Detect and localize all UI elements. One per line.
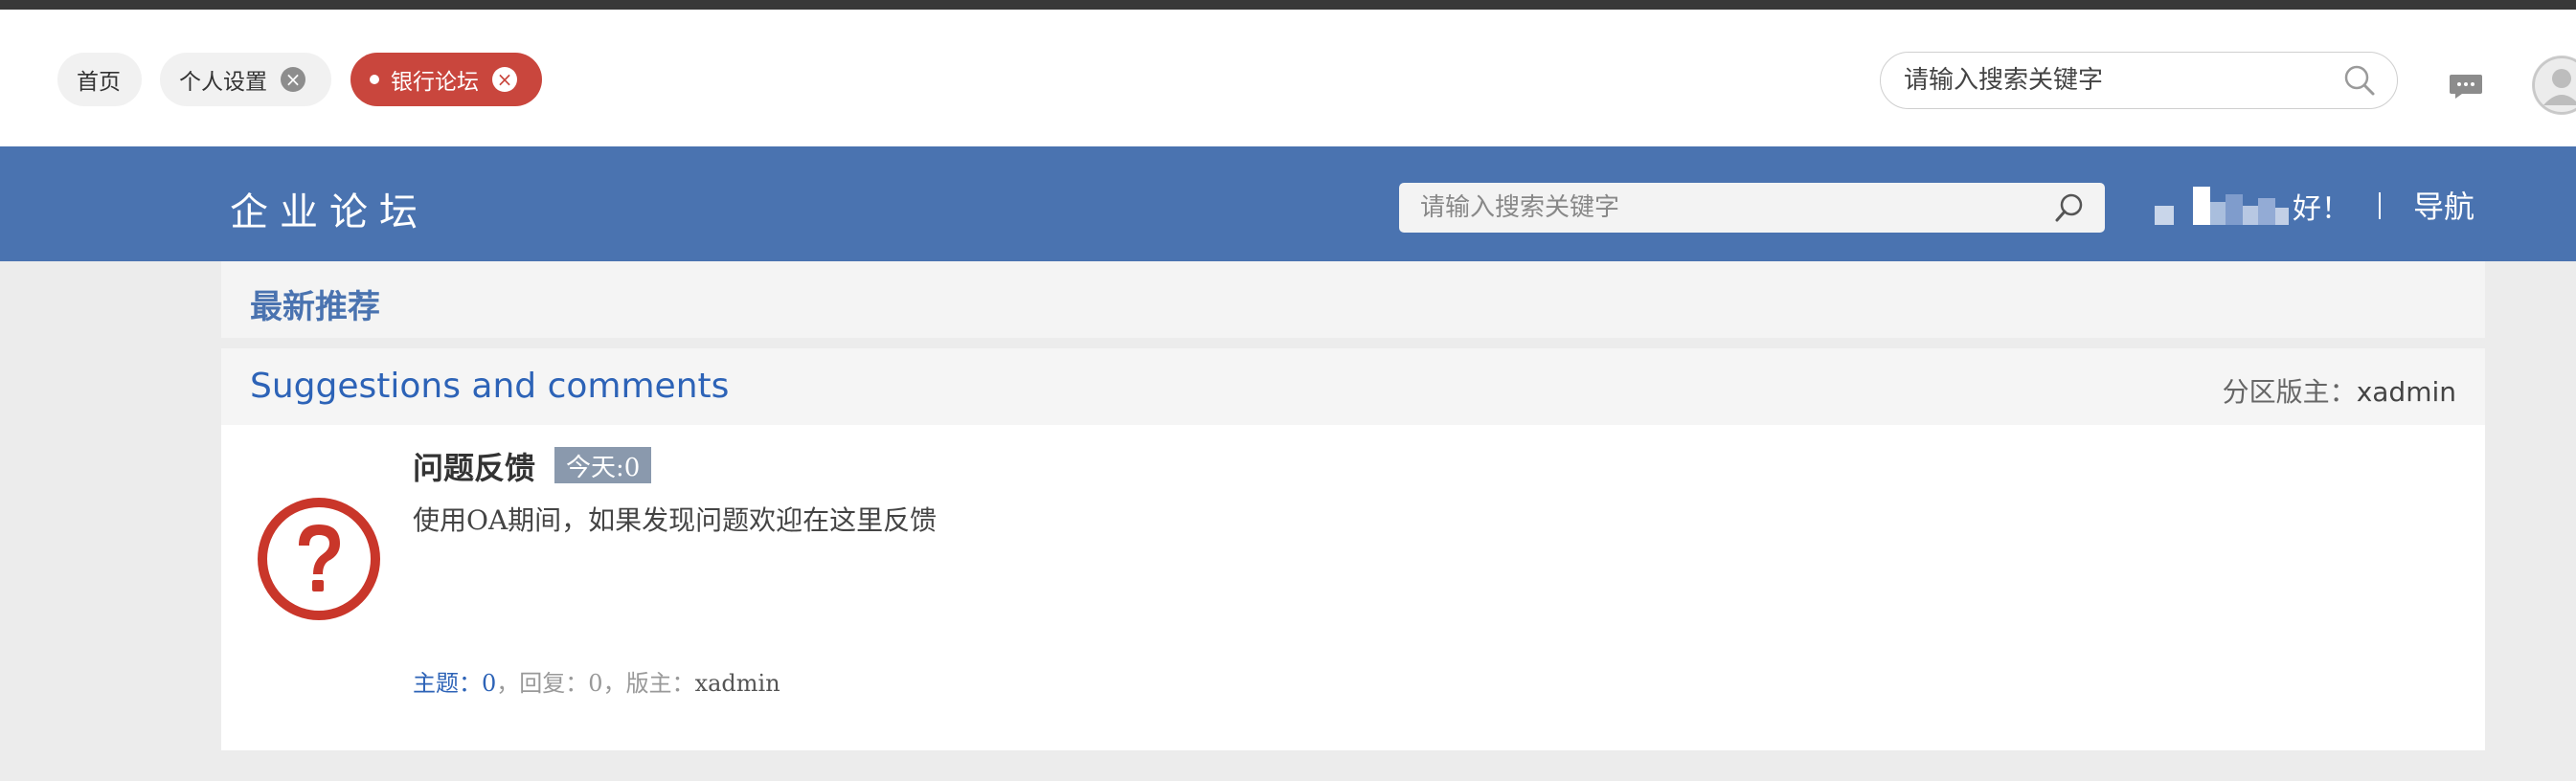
active-dot-icon	[370, 75, 379, 84]
tab-bar: 首页 个人设置 × 银行论坛 ×	[0, 10, 2576, 146]
latest-recommend-panel: 最新推荐	[221, 261, 2485, 338]
top-search-box	[1880, 52, 2398, 109]
greeting-text: 好！	[2293, 192, 2350, 226]
today-count-badge: 今天:0	[554, 447, 652, 483]
forum-header: 企业论坛 好！ 导航	[0, 146, 2576, 261]
section-moderator-label: 分区版主：	[2222, 376, 2357, 408]
user-avatar[interactable]	[2532, 56, 2576, 115]
section-moderator-name[interactable]: xadmin	[2357, 376, 2456, 408]
tab-home[interactable]: 首页	[57, 53, 142, 106]
replies-count: 0	[588, 670, 603, 697]
close-icon[interactable]: ×	[492, 67, 517, 92]
user-greeting: 好！	[2155, 185, 2350, 227]
question-mark-icon[interactable]	[256, 496, 382, 622]
tab-bank-forum[interactable]: 银行论坛 ×	[350, 53, 542, 106]
topics-count: 0	[482, 670, 497, 697]
latest-recommend-title: 最新推荐	[250, 288, 380, 326]
moderator-label: 版主：	[625, 670, 695, 697]
topics-label: 主题：	[413, 670, 482, 697]
tab-label: 银行论坛	[391, 70, 479, 95]
header-search-box	[1399, 183, 2105, 233]
forum-stats: 主题：0，回复：0，版主：xadmin	[413, 670, 780, 697]
tab-label: 首页	[77, 70, 121, 95]
close-icon[interactable]: ×	[281, 67, 305, 92]
message-icon[interactable]	[2449, 73, 2483, 100]
forum-logo[interactable]: 企业论坛	[230, 181, 429, 236]
replies-label: 回复：	[519, 670, 589, 697]
tab-personal-settings[interactable]: 个人设置 ×	[160, 53, 331, 106]
search-icon[interactable]	[2343, 64, 2376, 97]
redacted-username	[2155, 187, 2289, 225]
moderator-name[interactable]: xadmin	[695, 670, 780, 697]
header-search-input[interactable]	[1418, 192, 2053, 223]
forum-name[interactable]: 问题反馈	[413, 444, 535, 488]
tab-label: 个人设置	[179, 70, 267, 95]
user-icon	[2533, 56, 2576, 114]
header-divider	[2379, 192, 2381, 219]
forum-item: 问题反馈 今天:0 使用OA期间，如果发现问题欢迎在这里反馈 主题：0，回复：0…	[221, 425, 2485, 750]
section-moderator: 分区版主：xadmin	[2223, 371, 2456, 410]
window-top-strip	[0, 0, 2576, 10]
section-header: Suggestions and comments 分区版主：xadmin	[221, 348, 2485, 425]
section-title[interactable]: Suggestions and comments	[250, 367, 729, 406]
forum-description: 使用OA期间，如果发现问题欢迎在这里反馈	[413, 504, 938, 536]
nav-link[interactable]: 导航	[2413, 183, 2474, 227]
top-search-input[interactable]	[1902, 65, 2343, 96]
search-icon[interactable]	[2053, 191, 2086, 224]
